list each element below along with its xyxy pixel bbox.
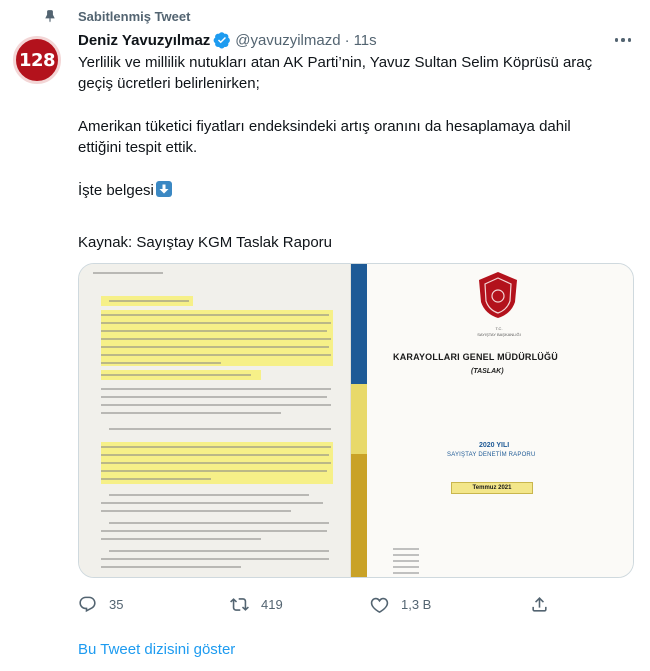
like-button[interactable]: 1,3 B <box>370 594 431 614</box>
avatar-text: 128 <box>18 49 56 71</box>
show-thread-link[interactable]: Bu Tweet dizisini göster <box>78 641 235 658</box>
tweet-header: Deniz Yavuzyılmaz @yavuzyilmazd · 11s <box>78 30 377 50</box>
report-name: SAYIŞTAY DENETİM RAPORU <box>447 452 536 458</box>
report-institution: SAYIŞTAY BAŞKANLIĞI <box>477 332 521 337</box>
retweet-button[interactable]: 419 <box>230 594 283 614</box>
pinned-indicator: Sabitlenmiş Tweet <box>45 6 191 26</box>
down-arrow-emoji-icon <box>155 181 172 197</box>
tweet-actions: 35 419 1,3 B <box>78 594 608 614</box>
report-tc-label: T.C. <box>495 326 503 331</box>
report-title: KARAYOLLARI GENEL MÜDÜRLÜĞÜ <box>393 352 558 362</box>
tweet-paragraph-with-emoji: İşte belgesi <box>78 180 618 201</box>
share-button[interactable] <box>530 594 549 614</box>
share-icon <box>532 596 547 612</box>
report-year: 2020 YILI <box>479 442 510 449</box>
sayistay-seal-icon <box>479 272 517 318</box>
tweet-paragraph: Kaynak: Sayıştay KGM Taslak Raporu <box>78 234 333 251</box>
heart-icon <box>370 597 389 613</box>
tweet-paragraph: İşte belgesi <box>78 182 154 199</box>
reply-button[interactable]: 35 <box>78 594 123 614</box>
tweet-paragraph: Yerlilik ve millilik nutukları atan AK P… <box>78 54 593 92</box>
timestamp[interactable]: 11s <box>354 32 377 49</box>
more-options-button[interactable] <box>610 28 636 52</box>
verified-badge-icon <box>213 32 231 49</box>
avatar[interactable]: 128 <box>13 36 61 84</box>
handle[interactable]: @yavuzyilmazd <box>235 32 340 49</box>
display-name[interactable]: Deniz Yavuzyılmaz <box>78 32 210 49</box>
like-count: 1,3 B <box>401 596 432 612</box>
retweet-count: 419 <box>261 596 283 612</box>
reply-icon <box>79 596 96 612</box>
reply-count: 35 <box>109 596 124 612</box>
separator-dot: · <box>344 31 350 49</box>
pin-icon <box>45 10 55 23</box>
tweet-paragraph: Amerikan tüketici fiyatları endeksindeki… <box>78 118 571 156</box>
pinned-label: Sabitlenmiş Tweet <box>78 8 191 24</box>
tweet-media[interactable]: T.C. SAYIŞTAY BAŞKANLIĞI KARAYOLLARI GEN… <box>78 263 634 578</box>
report-cover-image-right[interactable]: T.C. SAYIŞTAY BAŞKANLIĞI KARAYOLLARI GEN… <box>351 264 633 577</box>
report-page-image-left[interactable] <box>79 264 351 577</box>
retweet-icon <box>230 597 249 611</box>
report-date: Temmuz 2021 <box>451 482 533 494</box>
report-draft-label: (TASLAK) <box>471 368 504 375</box>
